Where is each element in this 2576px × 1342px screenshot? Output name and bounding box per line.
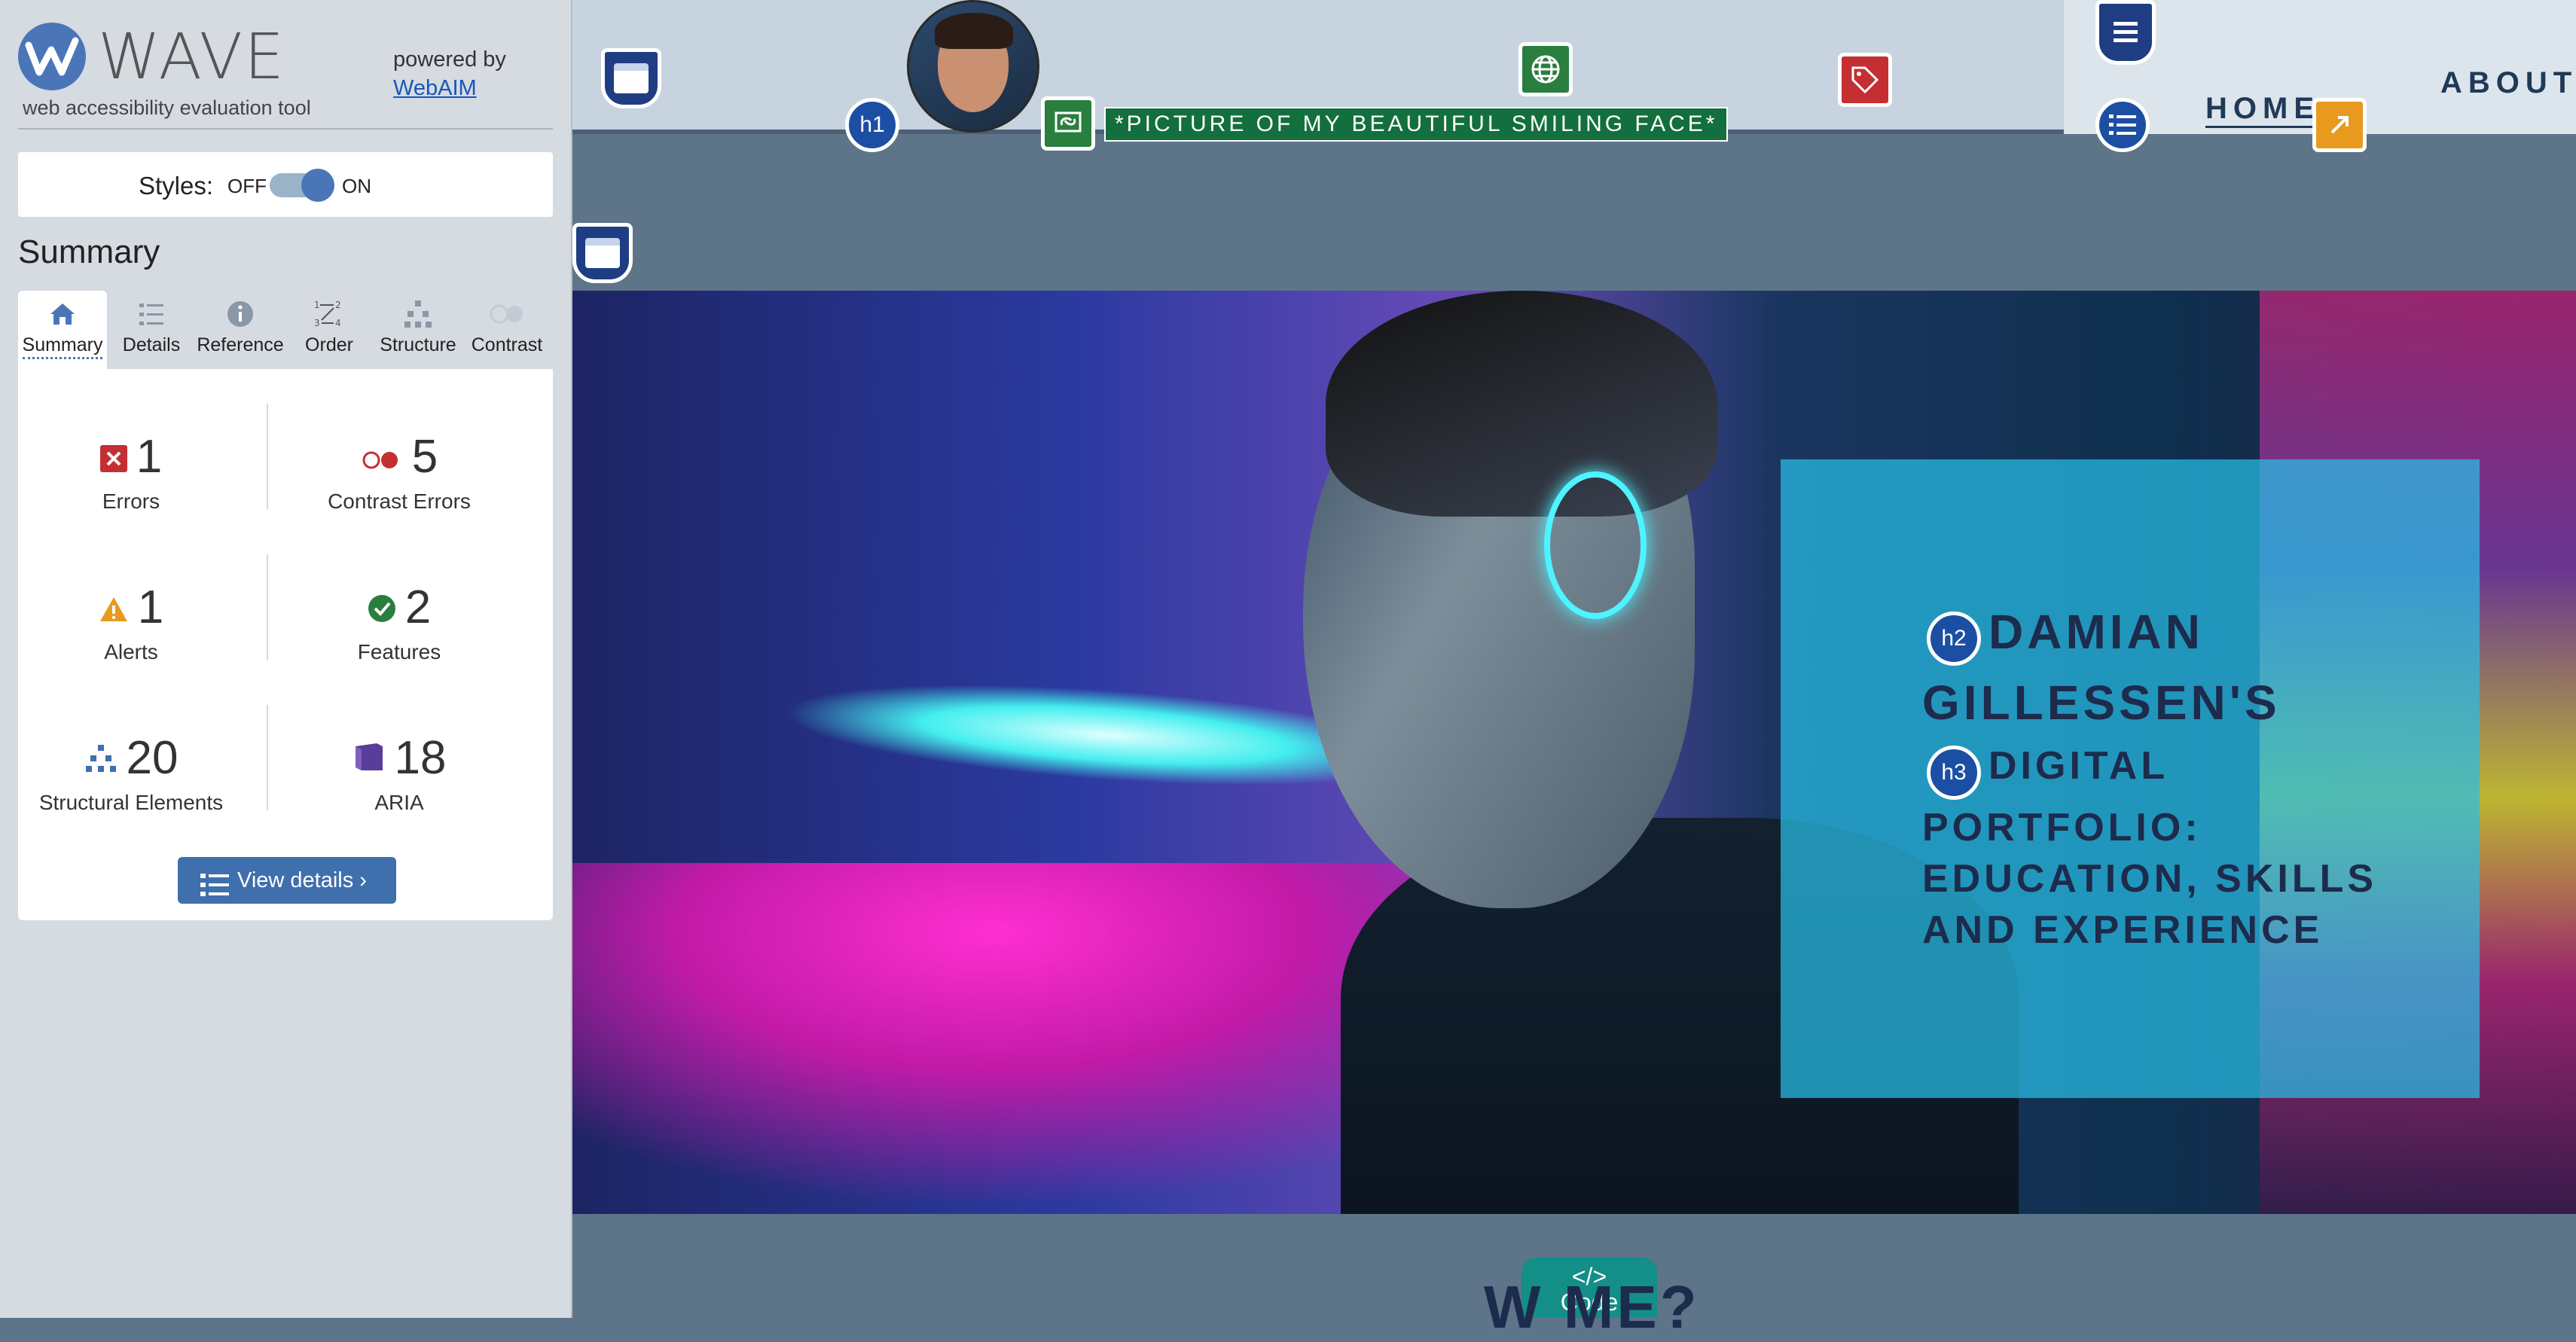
list-icon [200, 868, 229, 914]
contrast-icon [462, 291, 551, 334]
list-marker-icon[interactable] [2095, 98, 2150, 152]
tab-order[interactable]: 1 2 3 4 Order [285, 291, 374, 369]
avatar-hair [935, 13, 1013, 49]
tab-reference[interactable]: Reference [196, 291, 285, 369]
alerts-label: Alerts [104, 640, 158, 663]
tab-label: Summary [22, 334, 103, 359]
h1-marker-icon[interactable]: h1 [845, 98, 899, 152]
styles-on-label: ON [342, 175, 371, 197]
contrast-error-icon [362, 451, 398, 469]
nav-home-link[interactable]: HOME [2205, 92, 2320, 128]
aria-icon [355, 743, 383, 770]
divider [267, 554, 268, 660]
aria-count: 18 [394, 732, 447, 784]
view-details-label: View details › [237, 868, 367, 892]
stat-features[interactable]: 2 Features [286, 581, 512, 664]
tab-details[interactable]: Details [107, 291, 196, 369]
language-globe-icon[interactable] [1518, 42, 1573, 96]
errors-label: Errors [102, 490, 160, 513]
alert-icon [99, 597, 127, 621]
contrast-errors-label: Contrast Errors [328, 490, 471, 513]
wave-title: WAVE [98, 20, 286, 93]
summary-panel: 1 Errors 5 Contrast Errors 1 Alerts 2 Fe… [18, 369, 553, 920]
features-label: Features [357, 640, 441, 663]
stat-aria[interactable]: 18 ARIA [286, 732, 512, 815]
order-icon: 1 2 3 4 [285, 291, 374, 334]
aria-marker-icon[interactable] [2095, 0, 2156, 65]
stat-alerts[interactable]: 1 Alerts [18, 581, 244, 664]
tab-label: Details [122, 334, 181, 355]
svg-text:4: 4 [335, 318, 341, 328]
errors-count: 1 [136, 431, 163, 483]
list-icon [107, 291, 196, 334]
powered-by-label: powered by [393, 47, 506, 72]
profile-avatar [907, 0, 1039, 133]
aria-marker-icon[interactable] [601, 48, 661, 108]
divider [267, 705, 268, 810]
hero-subtitle-line-1: DIGITAL [1988, 744, 2169, 788]
wave-logo [18, 23, 86, 90]
stat-structural[interactable]: 20 Structural Elements [18, 732, 244, 815]
view-details-button[interactable]: View details › [178, 857, 396, 904]
evaluated-page: HOME ABOUT *PICTURE OF MY BEAUTIFUL SMIL… [572, 0, 2576, 1340]
hero-title-box: h2 DAMIAN GILLESSEN'S h3 DIGITAL PORTFOL… [1781, 459, 2480, 1098]
hero-subtitle-line-4: AND EXPERIENCE [1922, 908, 2324, 952]
powered-by: powered by WebAIM [393, 45, 506, 102]
features-count: 2 [404, 581, 432, 633]
styles-off-label: OFF [227, 175, 267, 197]
contrast-errors-count: 5 [411, 431, 438, 483]
image-alt-text: *PICTURE OF MY BEAUTIFUL SMILING FACE* [1104, 107, 1729, 142]
tab-label: Reference [197, 334, 284, 355]
stat-contrast-errors[interactable]: 5 Contrast Errors [286, 431, 512, 514]
tab-label: Order [305, 334, 353, 355]
toggle-knob [301, 169, 334, 202]
structural-label: Structural Elements [38, 791, 224, 814]
stat-errors[interactable]: 1 Errors [18, 431, 244, 514]
svg-text:1: 1 [314, 300, 320, 310]
section-heading-partial: W ME? [1484, 1273, 1700, 1340]
h3-marker-icon[interactable]: h3 [1927, 746, 1981, 800]
header-lower [572, 134, 2576, 292]
svg-text:2: 2 [335, 300, 341, 310]
error-icon [99, 445, 127, 472]
wave-subtitle: web accessibility evaluation tool [23, 96, 311, 119]
nav-about-link[interactable]: ABOUT [2440, 66, 2576, 100]
summary-heading: Summary [18, 233, 160, 270]
styles-toggle[interactable] [270, 169, 334, 202]
divider [18, 128, 553, 130]
divider [267, 404, 268, 509]
hero-subtitle-line-3: EDUCATION, SKILLS [1922, 857, 2378, 901]
structural-count: 20 [126, 732, 179, 784]
aria-marker-icon[interactable] [572, 223, 633, 283]
aria-label: ARIA [374, 791, 424, 814]
missing-alt-error-icon[interactable] [1838, 53, 1892, 107]
feature-check-icon [368, 595, 395, 622]
tab-summary[interactable]: Summary [18, 291, 107, 369]
hero-ear-device [1544, 471, 1647, 619]
tab-contrast[interactable]: Contrast [462, 291, 551, 369]
hero-subtitle-line-2: PORTFOLIO: [1922, 806, 2202, 849]
hero-hair [1326, 291, 1717, 517]
hero-title-line-2: GILLESSEN'S [1922, 676, 2281, 730]
styles-label: Styles: [139, 172, 214, 200]
redundant-link-alert-icon[interactable] [2312, 98, 2367, 152]
info-icon [196, 291, 285, 334]
tab-label: Structure [380, 334, 456, 355]
styles-toggle-panel: Styles: OFF ON [18, 152, 553, 217]
tab-label: Contrast [471, 334, 543, 355]
tab-structure[interactable]: Structure [374, 291, 462, 369]
alerts-count: 1 [137, 581, 164, 633]
structure-icon [374, 291, 462, 334]
wave-tabs: Summary Details Reference 1 2 3 4 Order Str… [18, 291, 553, 369]
linked-image-icon[interactable] [1041, 96, 1095, 151]
home-icon [18, 291, 107, 334]
h2-marker-icon[interactable]: h2 [1927, 612, 1981, 666]
svg-text:3: 3 [314, 318, 320, 328]
hero-title-line-1: DAMIAN [1988, 605, 2204, 659]
structure-icon [85, 745, 116, 772]
wave-sidebar: WAVE web accessibility evaluation tool p… [0, 0, 572, 1318]
webaim-link[interactable]: WebAIM [393, 76, 477, 100]
